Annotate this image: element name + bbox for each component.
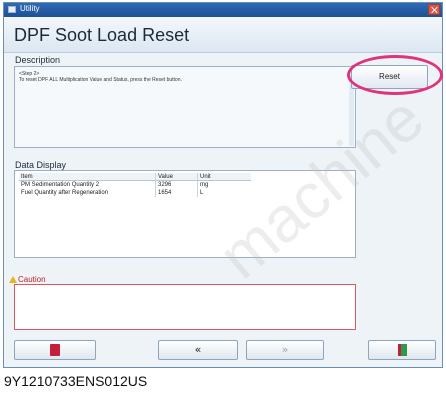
data-display-label: Data Display [15, 160, 67, 170]
window-title: Utility [20, 4, 40, 13]
column-header-value[interactable]: Value [155, 173, 197, 180]
warning-icon [9, 276, 17, 283]
page-header: DPF Soot Load Reset [4, 17, 442, 53]
exit-door-icon [397, 344, 407, 356]
description-text: <Step 2> To reset DPF ALL Multiplication… [19, 71, 182, 83]
data-display-panel: Item Value Unit PM Sedimentation Quantit… [14, 170, 356, 258]
caution-label: Caution [18, 275, 46, 284]
description-label: Description [15, 55, 61, 65]
column-header-item[interactable]: Item [19, 173, 155, 180]
column-header-unit[interactable]: Unit [197, 173, 251, 180]
description-body: To reset DPF ALL Multiplication Value an… [19, 77, 182, 83]
data-grid: Item Value Unit PM Sedimentation Quantit… [19, 173, 251, 197]
book-icon [50, 344, 60, 356]
reset-highlight-circle [347, 55, 443, 95]
exit-button[interactable] [368, 340, 436, 360]
previous-button[interactable]: « [158, 340, 238, 360]
cell-value: 3296 [155, 181, 197, 189]
app-icon [8, 6, 16, 13]
caution-panel [14, 284, 356, 330]
grid-header-row: Item Value Unit [19, 173, 251, 181]
document-button[interactable] [14, 340, 96, 360]
cell-item: Fuel Quantity after Regeneration [21, 190, 109, 196]
description-panel: <Step 2> To reset DPF ALL Multiplication… [14, 66, 356, 148]
cell-value: 1654 [155, 189, 197, 197]
cell-unit: mg [197, 181, 251, 189]
navigation-bar: « » [14, 340, 436, 360]
close-icon[interactable] [428, 4, 440, 15]
cell-item: PM Sedimentation Quantity 2 [21, 182, 100, 188]
table-row[interactable]: PM Sedimentation Quantity 2 3296 mg [19, 181, 251, 189]
document-code: 9Y1210733ENS012US [4, 373, 148, 389]
table-row[interactable]: Fuel Quantity after Regeneration 1654 L [19, 189, 251, 197]
cell-unit: L [197, 189, 251, 197]
next-button[interactable]: » [246, 340, 324, 360]
title-bar: Utility [4, 3, 442, 17]
page-title: DPF Soot Load Reset [14, 25, 190, 45]
